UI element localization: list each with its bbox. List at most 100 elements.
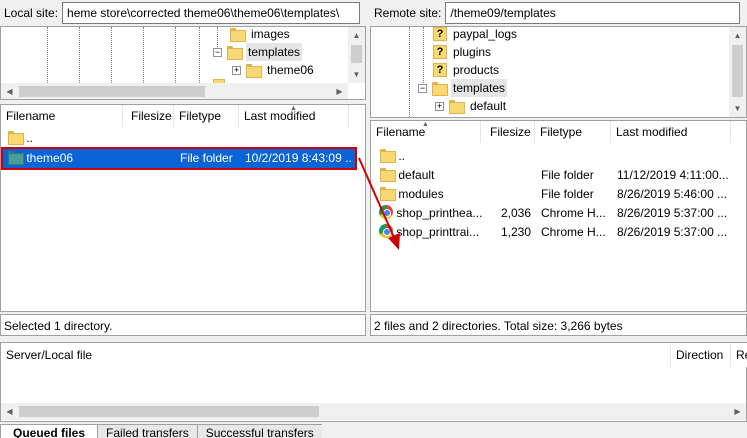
scroll-right-icon[interactable]: ▶: [331, 83, 348, 99]
sort-ascending-icon: ▲: [290, 105, 297, 112]
local-site-bar: Local site:: [0, 0, 366, 26]
local-tree-horizontal-scrollbar[interactable]: ◀ ▶: [1, 83, 348, 99]
queue-column-direction[interactable]: Direction: [671, 343, 731, 367]
local-file-row-parent[interactable]: ..: [3, 129, 355, 148]
remote-file-row-default[interactable]: default File folder 11/12/2019 4:11:00..…: [375, 166, 735, 185]
scroll-left-icon[interactable]: ◀: [1, 403, 18, 420]
tree-item-label: images: [251, 27, 290, 41]
remote-file-row-parent[interactable]: ..: [375, 147, 735, 166]
scroll-thumb[interactable]: [351, 45, 362, 63]
remote-file-row-shop-printheader[interactable]: shop_printhea... 2,036 Chrome H... 8/26/…: [375, 204, 735, 223]
unknown-folder-icon: ?: [433, 45, 447, 59]
local-site-label: Local site:: [4, 6, 59, 20]
remote-column-last-modified[interactable]: Last modified: [611, 121, 731, 143]
local-column-filename[interactable]: Filename: [1, 105, 123, 127]
chrome-icon: [379, 224, 393, 238]
tree-item-label: templates: [246, 43, 303, 61]
file-name: ..: [26, 131, 34, 145]
local-column-filetype[interactable]: Filetype: [174, 105, 239, 127]
file-name: theme06: [26, 151, 74, 165]
remote-tree-item-plugins[interactable]: ? plugins: [433, 43, 493, 61]
remote-directory-tree: ? paypal_logs ? plugins ? products − tem…: [370, 26, 747, 118]
tab-failed-transfers[interactable]: Failed transfers: [97, 424, 198, 438]
queue-tabs: Queued files Failed transfers Successful…: [0, 424, 322, 438]
tree-item-label: paypal_logs: [453, 27, 518, 41]
file-size: 1,230: [500, 225, 531, 239]
local-tree-item-templates[interactable]: − templates: [213, 43, 303, 61]
remote-tree-vertical-scrollbar[interactable]: ▲ ▼: [729, 27, 746, 117]
file-type: Chrome H...: [541, 206, 606, 220]
queue-column-server-local-file[interactable]: Server/Local file: [1, 343, 671, 367]
file-type: File folder: [180, 151, 233, 165]
remote-column-filetype[interactable]: Filetype: [535, 121, 611, 143]
queue-horizontal-scrollbar[interactable]: ◀ ▶: [1, 403, 746, 420]
chrome-icon: [379, 205, 393, 219]
collapse-icon[interactable]: −: [213, 47, 222, 57]
file-modified: 8/26/2019 5:46:00 ...: [617, 187, 728, 201]
scroll-up-icon[interactable]: ▲: [729, 27, 746, 44]
file-modified: 10/2/2019 8:43:09 ...: [245, 151, 353, 165]
scroll-down-icon[interactable]: ▼: [729, 100, 746, 117]
folder-icon: [448, 99, 465, 114]
scroll-left-icon[interactable]: ◀: [1, 83, 18, 99]
folder-icon: [226, 45, 243, 60]
remote-tree-item-products[interactable]: ? products: [433, 61, 501, 79]
scroll-down-icon[interactable]: ▼: [348, 66, 365, 83]
file-name: ..: [398, 149, 406, 163]
file-name: modules: [398, 187, 444, 201]
transfer-queue: Server/Local file Direction Re ◀ ▶: [0, 342, 747, 422]
local-tree-item-images[interactable]: images: [229, 27, 292, 43]
local-status-bar: Selected 1 directory.: [0, 314, 366, 336]
local-site-path-input[interactable]: [62, 2, 361, 24]
folder-icon: [7, 130, 24, 145]
local-file-row-theme06[interactable]: theme06 File folder 10/2/2019 8:43:09 ..…: [1, 147, 357, 170]
remote-site-bar: Remote site:: [370, 0, 747, 26]
local-tree-vertical-scrollbar[interactable]: ▲ ▼: [348, 27, 365, 83]
folder-icon: [229, 27, 246, 42]
file-name: default: [398, 168, 435, 182]
folder-icon: [379, 186, 396, 201]
folder-icon: [7, 150, 24, 165]
scroll-thumb[interactable]: [19, 406, 319, 417]
local-directory-tree: images − templates + theme06 ▲ ▼ ◀ ▶: [0, 26, 366, 100]
file-type: File folder: [541, 168, 594, 182]
tree-item-label: theme06: [267, 63, 314, 77]
scroll-thumb[interactable]: [19, 86, 205, 97]
sort-ascending-icon: ▲: [422, 121, 429, 128]
queue-column-remote[interactable]: Re: [731, 343, 747, 367]
tree-item-label: plugins: [453, 45, 492, 59]
remote-tree-item-default[interactable]: + default: [435, 97, 508, 115]
scroll-up-icon[interactable]: ▲: [348, 27, 365, 44]
file-modified: 8/26/2019 5:37:00 ...: [617, 206, 728, 220]
folder-icon: [245, 63, 262, 78]
tree-item-label: templates: [451, 79, 508, 97]
scroll-right-icon[interactable]: ▶: [729, 403, 746, 420]
file-type: Chrome H...: [541, 225, 606, 239]
file-modified: 11/12/2019 4:11:00...: [617, 168, 729, 182]
folder-icon: [379, 167, 396, 182]
expand-icon[interactable]: +: [232, 65, 241, 75]
tab-queued-files[interactable]: Queued files: [0, 424, 99, 438]
local-tree-item-theme06[interactable]: + theme06: [232, 61, 316, 79]
local-column-filesize[interactable]: Filesize: [126, 105, 174, 127]
file-modified: 8/26/2019 5:37:00 ...: [617, 225, 728, 239]
file-name: shop_printhea...: [396, 206, 483, 220]
local-column-last-modified[interactable]: ▲ Last modified: [239, 105, 349, 127]
remote-site-path-input[interactable]: [445, 2, 741, 24]
expand-icon[interactable]: +: [435, 101, 444, 111]
remote-site-label: Remote site:: [374, 6, 442, 20]
collapse-icon[interactable]: −: [418, 83, 427, 93]
remote-column-filesize[interactable]: Filesize: [485, 121, 535, 143]
tree-item-label: default: [470, 99, 507, 113]
remote-tree-item-paypal-logs[interactable]: ? paypal_logs: [433, 27, 519, 43]
file-type: File folder: [541, 187, 594, 201]
tab-successful-transfers[interactable]: Successful transfers: [196, 424, 322, 438]
remote-file-row-modules[interactable]: modules File folder 8/26/2019 5:46:00 ..…: [375, 185, 735, 204]
local-file-list: Filename Filesize Filetype ▲ Last modifi…: [0, 104, 366, 312]
remote-file-row-shop-printtrailer[interactable]: shop_printtrai... 1,230 Chrome H... 8/26…: [375, 223, 735, 242]
file-name: shop_printtrai...: [396, 225, 480, 239]
remote-tree-item-templates[interactable]: − templates: [418, 79, 508, 97]
unknown-folder-icon: ?: [433, 27, 447, 41]
scroll-thumb[interactable]: [732, 45, 743, 97]
remote-column-filename[interactable]: ▲ Filename: [371, 121, 481, 143]
